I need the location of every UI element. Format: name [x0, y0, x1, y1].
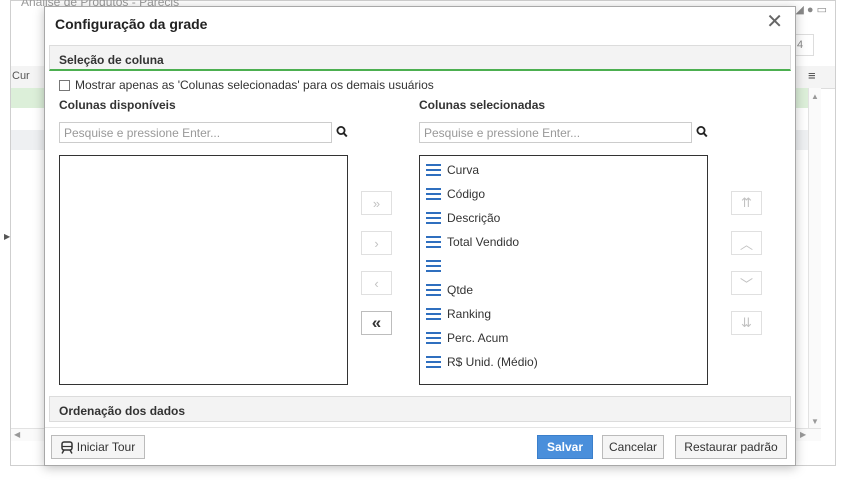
available-columns-list[interactable] — [59, 155, 348, 385]
list-item-label: Curva — [447, 163, 480, 177]
list-item[interactable]: Total Vendido — [426, 232, 519, 252]
background-vertical-scrollbar[interactable] — [808, 88, 821, 428]
search-icon[interactable] — [696, 125, 708, 139]
move-all-right-button[interactable]: » — [361, 191, 392, 215]
scroll-down-icon[interactable]: ▼ — [811, 417, 819, 426]
list-item[interactable]: Qtde — [426, 280, 473, 300]
move-all-left-button[interactable]: « — [361, 311, 392, 335]
drag-handle-icon[interactable] — [426, 308, 441, 320]
list-item[interactable]: Descrição — [426, 208, 500, 228]
list-item[interactable]: Perc. Acum — [426, 328, 508, 348]
start-tour-button[interactable]: Iniciar Tour — [51, 435, 145, 459]
list-item-label: Ranking — [447, 307, 492, 321]
footer-divider — [45, 427, 795, 428]
drag-handle-icon[interactable] — [426, 236, 441, 248]
window-controls: ◢ ● ▭ — [795, 4, 827, 16]
list-item-label: R$ Unid. (Médio) — [447, 355, 538, 369]
drag-handle-icon[interactable] — [426, 356, 441, 368]
list-item[interactable]: Código — [426, 184, 485, 204]
drag-handle-icon[interactable] — [426, 284, 441, 296]
list-item[interactable]: R$ Unid. (Médio) — [426, 352, 538, 372]
list-item-label: Descrição — [447, 211, 501, 225]
drag-handle-icon[interactable] — [426, 188, 441, 200]
train-icon — [61, 440, 73, 454]
scroll-left-icon[interactable]: ◀ — [14, 430, 20, 439]
drag-handle-icon[interactable] — [426, 332, 441, 344]
list-item-label: Perc. Acum — [447, 331, 509, 345]
list-item-label: Total Vendido — [447, 235, 520, 249]
cancel-button[interactable]: Cancelar — [602, 435, 664, 459]
dialog-title: Configuração da grade — [55, 16, 208, 32]
scroll-up-icon[interactable]: ▲ — [811, 92, 819, 101]
sidebar-expand-icon[interactable]: ▶ — [4, 232, 10, 241]
move-left-button[interactable]: ‹ — [361, 271, 392, 295]
drag-handle-icon[interactable] — [426, 260, 441, 272]
restore-default-button[interactable]: Restaurar padrão — [675, 435, 787, 459]
move-right-button[interactable]: › — [361, 231, 392, 255]
list-item[interactable] — [426, 256, 447, 276]
available-search-input[interactable] — [59, 122, 332, 143]
section-column-selection[interactable]: Seleção de coluna — [49, 45, 791, 71]
section-sort[interactable]: Ordenação dos dados — [49, 396, 791, 422]
list-item[interactable]: Ranking — [426, 304, 491, 324]
start-tour-label: Iniciar Tour — [76, 440, 136, 454]
move-bottom-button[interactable]: ⇊ — [731, 311, 762, 335]
background-header-cell: Cur — [12, 70, 30, 82]
grid-menu-icon[interactable]: ≡ — [808, 68, 816, 83]
show-selected-checkbox[interactable] — [59, 79, 70, 91]
scroll-right-icon[interactable]: ▶ — [800, 430, 806, 439]
list-item-label: Código — [447, 187, 486, 201]
move-down-button[interactable]: ﹀ — [731, 271, 762, 295]
drag-handle-icon[interactable] — [426, 164, 441, 176]
move-top-button[interactable]: ⇈ — [731, 191, 762, 215]
save-button[interactable]: Salvar — [537, 435, 593, 459]
show-selected-checkbox-row[interactable]: Mostrar apenas as 'Colunas selecionadas'… — [59, 78, 434, 92]
selected-search-input[interactable] — [419, 122, 692, 143]
available-columns-title: Colunas disponíveis — [59, 98, 176, 112]
list-item-label: Qtde — [447, 283, 474, 297]
search-icon[interactable] — [336, 125, 348, 139]
selected-columns-title: Colunas selecionadas — [419, 98, 546, 112]
selected-columns-list[interactable]: Curva Código Descrição Total Vendido Qtd… — [419, 155, 708, 385]
list-item[interactable]: Curva — [426, 160, 479, 180]
grid-config-dialog: Configuração da grade ✕ Seleção de colun… — [44, 6, 796, 466]
move-up-button[interactable]: ︿ — [731, 231, 762, 255]
close-icon[interactable]: ✕ — [766, 12, 783, 32]
drag-handle-icon[interactable] — [426, 212, 441, 224]
show-selected-checkbox-label: Mostrar apenas as 'Colunas selecionadas'… — [75, 78, 434, 92]
